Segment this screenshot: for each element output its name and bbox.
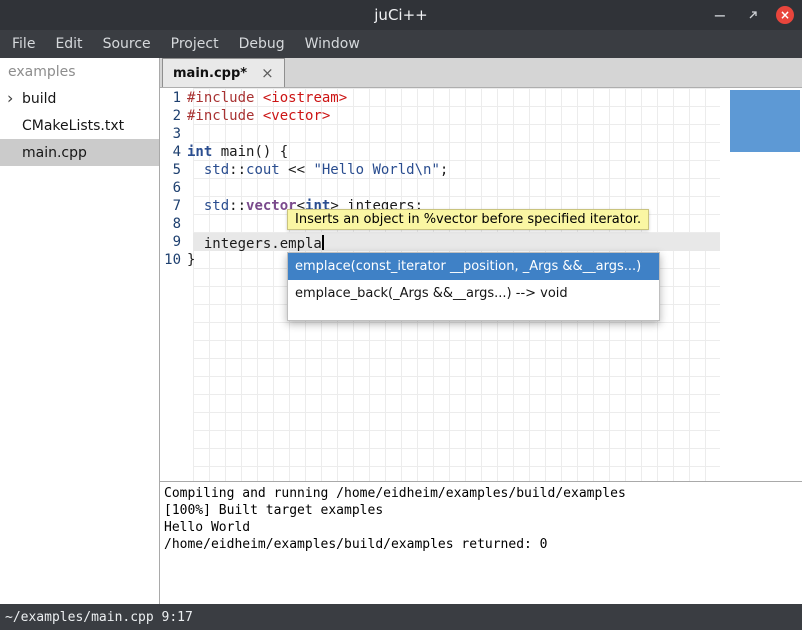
- editor-line[interactable]: 2#include <vector>: [160, 107, 802, 125]
- status-file-position: ~/examples/main.cpp 9:17: [5, 610, 193, 625]
- line-number: 6: [160, 179, 187, 197]
- scrollbar-thumb[interactable]: [730, 90, 800, 152]
- close-button[interactable]: ×: [776, 6, 794, 24]
- code-token: integers.empla: [187, 236, 322, 252]
- terminal-output[interactable]: Compiling and running /home/eidheim/exam…: [160, 481, 802, 604]
- chevron-right-icon[interactable]: ›: [7, 88, 13, 107]
- main-body: examples › build CMakeLists.txt main.cpp ma…: [0, 58, 802, 604]
- completion-popup: emplace(const_iterator __position, _Args…: [287, 252, 660, 321]
- code-token: <vector>: [263, 108, 330, 124]
- code-token: }: [187, 252, 195, 268]
- terminal-line: Hello World: [164, 519, 798, 536]
- completion-item[interactable]: emplace(const_iterator __position, _Args…: [288, 253, 659, 280]
- editor-column: main.cpp* × 1#include <iostream>2#includ…: [160, 58, 802, 604]
- maximize-button[interactable]: [743, 5, 763, 25]
- code-token: [187, 198, 204, 214]
- editor-line[interactable]: 3: [160, 125, 802, 143]
- line-number: 8: [160, 215, 187, 233]
- code-token: #include: [187, 90, 254, 106]
- code-token: int: [187, 144, 212, 160]
- app-window: juCi++ − × FileEditSourceProjectDebugWin…: [0, 0, 802, 630]
- line-number: 1: [160, 89, 187, 107]
- file-item-cmakelists-txt[interactable]: CMakeLists.txt: [0, 112, 159, 139]
- line-code: std::cout << "Hello World\n";: [187, 161, 448, 179]
- file-item-label: build: [22, 91, 56, 107]
- line-number: 5: [160, 161, 187, 179]
- doc-tooltip: Inserts an object in %vector before spec…: [287, 209, 649, 230]
- code-token: [254, 108, 262, 124]
- code-token: "Hello World\n": [313, 162, 439, 178]
- line-code: #include <iostream>: [187, 89, 347, 107]
- menu-bar: FileEditSourceProjectDebugWindow: [0, 30, 802, 58]
- minimize-button[interactable]: −: [710, 5, 730, 25]
- file-item-main-cpp[interactable]: main.cpp: [0, 139, 159, 166]
- editor-line[interactable]: 5 std::cout << "Hello World\n";: [160, 161, 802, 179]
- file-tree-sidebar: examples › build CMakeLists.txt main.cpp: [0, 58, 160, 604]
- project-name: examples: [0, 58, 159, 85]
- file-item-build[interactable]: › build: [0, 85, 159, 112]
- window-title: juCi++: [374, 6, 427, 24]
- line-number: 2: [160, 107, 187, 125]
- code-editor[interactable]: 1#include <iostream>2#include <vector>34…: [160, 88, 802, 481]
- text-cursor: [322, 235, 324, 250]
- line-code: }: [187, 251, 195, 269]
- code-token: ::: [229, 198, 246, 214]
- line-code: #include <vector>: [187, 107, 330, 125]
- code-token: #include: [187, 108, 254, 124]
- terminal-line: Compiling and running /home/eidheim/exam…: [164, 485, 798, 502]
- editor-line[interactable]: 4int main() {: [160, 143, 802, 161]
- tab-label: main.cpp*: [173, 66, 247, 81]
- editor-line[interactable]: 6: [160, 179, 802, 197]
- tab-bar: main.cpp* ×: [160, 58, 802, 88]
- code-token: [254, 90, 262, 106]
- menu-window[interactable]: Window: [295, 30, 370, 58]
- code-token: ;: [440, 162, 448, 178]
- line-number: 3: [160, 125, 187, 143]
- code-token: main() {: [212, 144, 288, 160]
- file-tree: › build CMakeLists.txt main.cpp: [0, 85, 159, 166]
- code-token: [187, 162, 204, 178]
- title-bar: juCi++ − ×: [0, 0, 802, 30]
- window-controls: − ×: [710, 0, 794, 30]
- menu-file[interactable]: File: [2, 30, 45, 58]
- terminal-line: [100%] Built target examples: [164, 502, 798, 519]
- line-number: 7: [160, 197, 187, 215]
- code-token: ::: [229, 162, 246, 178]
- menu-source[interactable]: Source: [93, 30, 161, 58]
- code-token: <iostream>: [263, 90, 347, 106]
- editor-line[interactable]: 1#include <iostream>: [160, 89, 802, 107]
- file-item-label: main.cpp: [22, 145, 87, 161]
- menu-edit[interactable]: Edit: [45, 30, 92, 58]
- code-token: std: [204, 162, 229, 178]
- menu-debug[interactable]: Debug: [229, 30, 295, 58]
- terminal-line: /home/eidheim/examples/build/examples re…: [164, 536, 798, 553]
- line-number: 9: [160, 233, 187, 251]
- file-item-label: CMakeLists.txt: [22, 118, 124, 134]
- line-code: int main() {: [187, 143, 288, 161]
- line-code: integers.empla: [187, 233, 324, 251]
- code-token: <<: [280, 162, 314, 178]
- tab-main-cpp[interactable]: main.cpp* ×: [162, 58, 285, 87]
- completion-item[interactable]: emplace_back(_Args &&__args...) --> void: [288, 280, 659, 307]
- status-bar: ~/examples/main.cpp 9:17: [0, 604, 802, 630]
- code-token: cout: [246, 162, 280, 178]
- code-token: std: [204, 198, 229, 214]
- editor-lines: 1#include <iostream>2#include <vector>34…: [160, 89, 802, 269]
- tab-close-icon[interactable]: ×: [261, 66, 274, 81]
- editor-line[interactable]: 9 integers.empla: [160, 233, 802, 251]
- line-number: 4: [160, 143, 187, 161]
- restore-icon: [747, 9, 759, 21]
- line-number: 10: [160, 251, 187, 269]
- menu-project[interactable]: Project: [161, 30, 229, 58]
